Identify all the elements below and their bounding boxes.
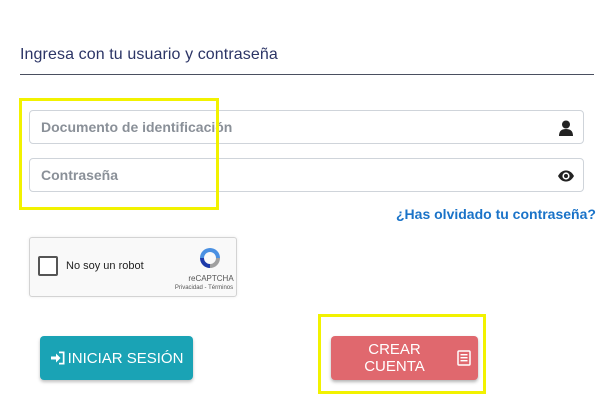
- create-account-highlight-box: [318, 314, 486, 394]
- recaptcha-checkbox[interactable]: [38, 256, 58, 276]
- login-button[interactable]: INICIAR SESIÓN: [40, 336, 193, 380]
- eye-icon[interactable]: [557, 167, 575, 185]
- login-button-label: INICIAR SESIÓN: [67, 349, 184, 367]
- recaptcha-brand: reCAPTCHA: [188, 274, 234, 283]
- user-icon: [557, 119, 575, 137]
- login-page: Ingresa con tu usuario y contraseña ¿Has…: [0, 0, 600, 400]
- sign-in-icon: [50, 350, 66, 366]
- recaptcha-links[interactable]: Privacidad - Términos: [171, 285, 237, 291]
- forgot-password-link[interactable]: ¿Has olvidado tu contraseña?: [396, 206, 596, 222]
- recaptcha-widget: No soy un robot reCAPTCHA Privacidad - T…: [29, 237, 237, 297]
- recaptcha-label: No soy un robot: [66, 260, 144, 272]
- heading-divider: [20, 74, 594, 75]
- recaptcha-logo-icon: [198, 246, 222, 270]
- login-heading: Ingresa con tu usuario y contraseña: [20, 46, 278, 63]
- fields-highlight-box: [19, 98, 219, 210]
